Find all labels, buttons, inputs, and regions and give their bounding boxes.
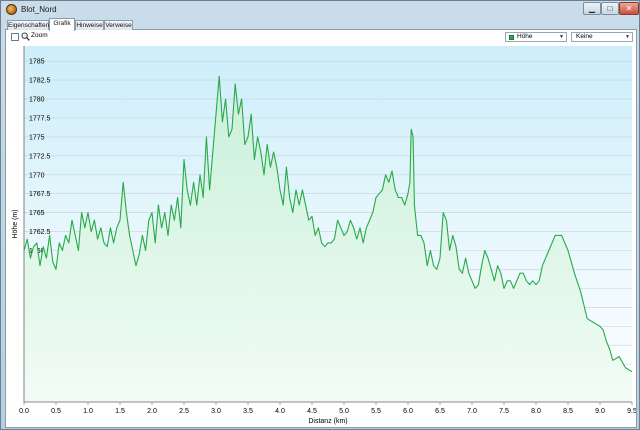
y-tick-label: 1770 [29, 172, 45, 179]
y-tick-label: 1777.5 [29, 115, 51, 122]
tab-eigenschaften[interactable]: Eigenschaften [7, 20, 49, 30]
x-tick-label: 2.0 [147, 408, 157, 415]
tab-verweise[interactable]: Verweise [104, 20, 133, 30]
zoom-checkbox[interactable] [11, 33, 19, 41]
y-tick-label: 1782.5 [29, 78, 51, 85]
zoom-label: Zoom [31, 32, 48, 39]
x-tick-label: 5.0 [339, 408, 349, 415]
y-tick-label: 1767.5 [29, 191, 51, 198]
x-tick-label: 9.5 [627, 408, 636, 415]
minimize-button[interactable]: ▁ [583, 2, 601, 15]
x-tick-label: 7.0 [467, 408, 477, 415]
y-tick-label: 1765 [29, 210, 45, 217]
maximize-button[interactable]: □ [601, 2, 619, 15]
graph-panel: Zoom Höhe ▼ Keine ▼ 1785 1782.5 1780 1777.5… [5, 30, 637, 428]
x-tick-label: 6.0 [403, 408, 413, 415]
tab-grafik[interactable]: Grafik [49, 18, 75, 31]
tab-bar: Eigenschaften Grafik Hinweise Verweise [5, 18, 637, 31]
x-tick-label: 1.5 [115, 408, 125, 415]
app-window: Blot_Nord ▁ □ ✕ Eigenschaften Grafik Hin… [0, 0, 640, 430]
elevation-chart[interactable]: 1785 1782.5 1780 1777.5 1775 1772.5 1770 1767.5… [6, 44, 636, 426]
x-tick-label: 3.0 [211, 408, 221, 415]
x-tick-label: 5.5 [371, 408, 381, 415]
minimize-icon: ▁ [588, 4, 596, 13]
y-tick-label: 1780 [29, 97, 45, 104]
elevation-chart-svg: 1785 1782.5 1780 1777.5 1775 1772.5 1770 1767.5… [12, 46, 636, 425]
maximize-icon: □ [607, 4, 613, 13]
x-tick-label: 8.5 [563, 408, 573, 415]
x-tick-label: 4.5 [307, 408, 317, 415]
y-tick-label: 1762.5 [29, 229, 51, 236]
series-color-swatch [509, 35, 514, 40]
magnifier-icon [21, 32, 30, 41]
chart-toolbar: Zoom Höhe ▼ Keine ▼ [6, 30, 636, 44]
x-tick-label: 6.5 [435, 408, 445, 415]
window-title: Blot_Nord [21, 5, 57, 14]
close-icon: ✕ [625, 4, 633, 13]
x-tick-label: 4.0 [275, 408, 285, 415]
y-tick-label: 1775 [29, 134, 45, 141]
tab-hinweise[interactable]: Hinweise [75, 20, 104, 30]
x-tick-label: 9.0 [595, 408, 605, 415]
x-tick-label: 0.5 [51, 408, 61, 415]
title-bar[interactable]: Blot_Nord ▁ □ ✕ [1, 1, 640, 19]
y-tick-label: 1772.5 [29, 153, 51, 160]
x-tick-label: 7.5 [499, 408, 509, 415]
series-select[interactable]: Höhe ▼ [505, 32, 567, 42]
series-select-value: Höhe [517, 33, 533, 40]
x-axis-title: Distanz (km) [308, 418, 347, 425]
compare-select[interactable]: Keine ▼ [571, 32, 633, 42]
y-tick-label: 1785 [29, 59, 45, 66]
x-tick-label: 8.0 [531, 408, 541, 415]
compare-select-value: Keine [576, 33, 593, 40]
x-tick-label: 0.0 [19, 408, 29, 415]
chevron-down-icon: ▼ [625, 34, 630, 40]
y-axis-title: Höhe (m) [12, 209, 19, 238]
x-tick-label: 2.5 [179, 408, 189, 415]
app-icon [6, 4, 17, 15]
close-button[interactable]: ✕ [619, 2, 639, 15]
x-tick-label: 1.0 [83, 408, 93, 415]
chevron-down-icon: ▼ [559, 34, 564, 40]
x-tick-label: 3.5 [243, 408, 253, 415]
